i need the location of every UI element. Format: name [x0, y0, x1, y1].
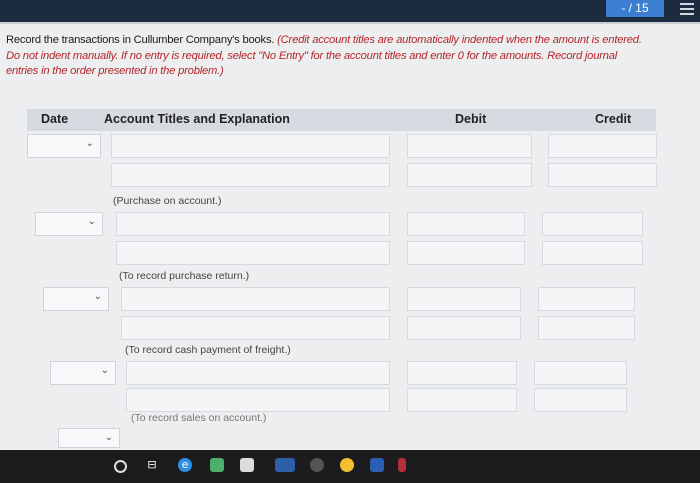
lock-icon[interactable] [240, 458, 254, 472]
date-select[interactable]: ⌄ [27, 134, 101, 158]
chevron-down-icon: ⌄ [93, 291, 102, 302]
chat-icon[interactable] [340, 458, 354, 472]
credit-input[interactable] [534, 388, 627, 412]
credit-input[interactable] [548, 134, 657, 158]
journal-table-header: Date Account Titles and Explanation Debi… [27, 109, 656, 131]
instructions: Record the transactions in Cullumber Com… [6, 33, 646, 80]
photos-icon[interactable] [275, 458, 295, 472]
edge-icon[interactable]: e [178, 458, 192, 472]
chevron-down-icon: ⌄ [104, 432, 113, 443]
credit-input[interactable] [538, 287, 635, 311]
top-bar: - / 15 [0, 0, 700, 22]
date-select[interactable]: ⌄ [35, 212, 103, 236]
chevron-down-icon: ⌄ [85, 138, 94, 149]
credit-input[interactable] [534, 361, 627, 385]
debit-input[interactable] [407, 316, 521, 340]
entry-explanation: (To record sales on account.) [131, 412, 267, 424]
chevron-down-icon: ⌄ [100, 365, 109, 376]
debit-input[interactable] [407, 388, 517, 412]
word-icon[interactable] [370, 458, 384, 472]
debit-input[interactable] [407, 163, 532, 187]
credit-input[interactable] [548, 163, 657, 187]
debit-input[interactable] [407, 134, 532, 158]
entry-explanation: (To record purchase return.) [119, 270, 250, 282]
entry-explanation: (To record cash payment of freight.) [125, 344, 291, 356]
entry-explanation: (Purchase on account.) [113, 195, 222, 207]
instructions-text: Record the transactions in Cullumber Com… [6, 34, 278, 46]
date-select[interactable]: ⌄ [50, 361, 116, 385]
chevron-down-icon: ⌄ [87, 216, 96, 227]
debit-input[interactable] [407, 361, 517, 385]
account-input[interactable] [111, 163, 390, 187]
credit-input[interactable] [542, 212, 643, 236]
col-debit: Debit [455, 112, 487, 126]
debit-input[interactable] [407, 241, 525, 265]
col-date: Date [41, 112, 69, 126]
question-counter: - / 15 [606, 0, 664, 17]
debit-input[interactable] [407, 212, 525, 236]
hamburger-menu-icon[interactable] [680, 3, 694, 15]
divider [0, 22, 700, 24]
taskbar: ⊟ e [0, 450, 700, 483]
date-select[interactable]: ⌄ [58, 428, 120, 448]
account-input[interactable] [111, 134, 390, 158]
col-credit: Credit [595, 112, 632, 126]
credit-input[interactable] [542, 241, 643, 265]
app-icon[interactable] [398, 458, 406, 472]
account-input[interactable] [126, 361, 390, 385]
account-input[interactable] [126, 388, 390, 412]
chrome-icon[interactable] [310, 458, 324, 472]
start-circle-icon[interactable] [114, 460, 127, 473]
account-input[interactable] [121, 316, 390, 340]
store-icon[interactable] [210, 458, 224, 472]
task-view-icon[interactable]: ⊟ [145, 458, 159, 472]
account-input[interactable] [116, 212, 390, 236]
debit-input[interactable] [407, 287, 521, 311]
date-select[interactable]: ⌄ [43, 287, 109, 311]
credit-input[interactable] [538, 316, 635, 340]
account-input[interactable] [121, 287, 390, 311]
col-account: Account Titles and Explanation [104, 112, 290, 126]
account-input[interactable] [116, 241, 390, 265]
